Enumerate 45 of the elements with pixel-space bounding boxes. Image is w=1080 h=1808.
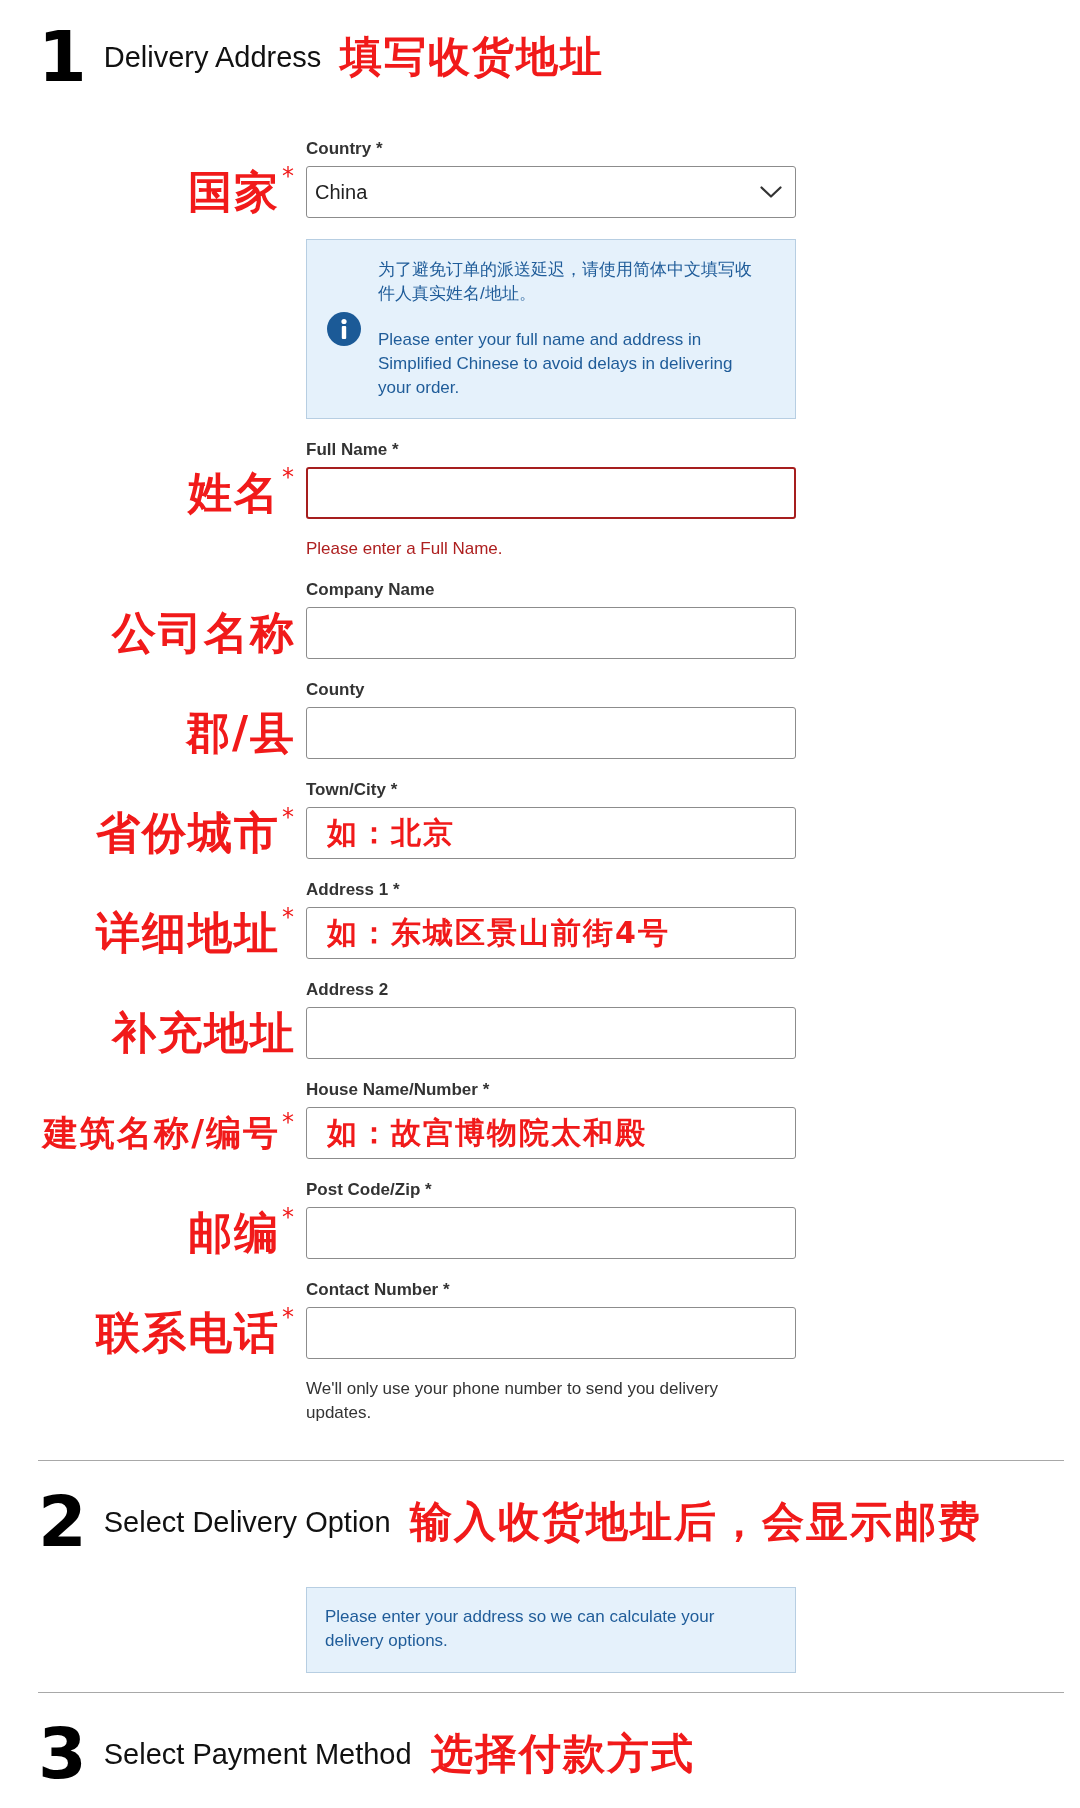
annotation-text: 详细地址$^{*}$ — [96, 908, 297, 958]
field-label: Address 1 * — [306, 880, 400, 900]
field-label: Contact Number * — [306, 1280, 450, 1300]
annotation-text: 输入收货地址后，会显示邮费 — [409, 1498, 982, 1546]
field-label: Full Name * — [306, 440, 399, 460]
notice-text: Please enter your full name and address in Simplified Chinese to avoid delays in delivering your order. — [378, 329, 734, 399]
annotation-text: 邮编$^{*}$ — [188, 1208, 297, 1258]
annotation-text: 建筑名称/编号$^{*}$ — [43, 1113, 297, 1153]
error-message: Please enter a Full Name. — [306, 539, 503, 559]
input-field[interactable] — [306, 1207, 796, 1259]
input-field[interactable] — [306, 1007, 796, 1059]
field-label: Address 2 — [306, 980, 389, 1000]
annotation-text: 郡/县 — [185, 708, 297, 758]
field-label: County — [306, 680, 365, 700]
step-number: 3 — [38, 1719, 85, 1789]
annotation-text: 姓名$^{*}$ — [188, 468, 297, 518]
field-label: Town/City * — [306, 780, 398, 800]
annotation-text: 填写收货地址 — [340, 33, 605, 81]
section-title: Select Delivery Option — [103, 1505, 391, 1539]
section-title: Delivery Address — [103, 40, 322, 74]
input-field[interactable] — [306, 1307, 796, 1359]
annotation-text: 国家$^{*}$ — [188, 167, 297, 217]
annotation-text: 联系电话$^{*}$ — [96, 1308, 297, 1358]
chevron-down-icon — [760, 186, 782, 198]
field-label: Post Code/Zip * — [306, 1180, 432, 1200]
field-label: Country * — [306, 139, 383, 159]
annotation-text: 省份城市$^{*}$ — [96, 808, 297, 858]
step-number: 2 — [38, 1487, 85, 1557]
annotation-text: 选择付款方式 — [430, 1730, 695, 1778]
annotation-text: 公司名称 — [112, 608, 297, 658]
section-title: Select Payment Method — [103, 1737, 412, 1771]
annotation-text: 补充地址 — [112, 1008, 297, 1058]
input-field[interactable] — [306, 467, 796, 519]
input-field[interactable]: 如：故宫博物院太和殿 — [306, 1107, 796, 1159]
field-label: House Name/Number * — [306, 1080, 490, 1100]
notice-text: 为了避免订单的派送延迟，请使用简体中文填写收件人真实姓名/地址。 — [378, 259, 753, 305]
select-field[interactable]: China — [306, 166, 796, 218]
input-field[interactable]: 如：北京 — [306, 807, 796, 859]
notice-text: Please enter your address so we can calculate your delivery options. — [325, 1606, 716, 1652]
input-field[interactable] — [306, 707, 796, 759]
field-label: Company Name — [306, 580, 435, 600]
step-number: 1 — [38, 22, 85, 92]
input-field[interactable]: 如：东城区景山前街4号 — [306, 907, 796, 959]
input-field[interactable] — [306, 607, 796, 659]
hint-text: We'll only use your phone number to send you delivery updates. — [306, 1378, 720, 1424]
